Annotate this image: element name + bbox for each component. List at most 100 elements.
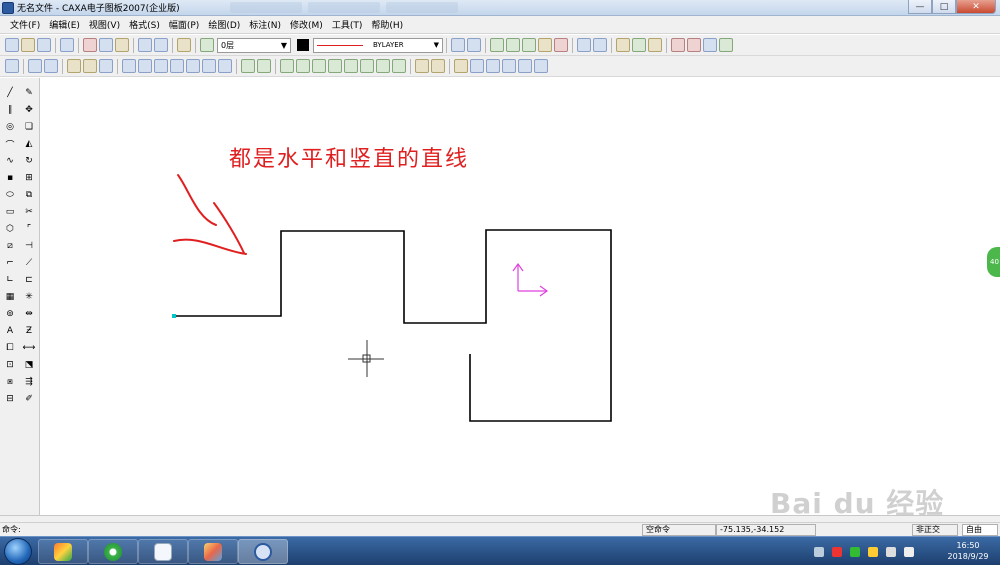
parallel-line-tool-icon[interactable]: ∥ — [3, 103, 17, 117]
zoom-previous-icon[interactable] — [486, 59, 500, 73]
table-tool-icon[interactable]: ⊟ — [3, 392, 17, 406]
chamfer-dimension-icon[interactable] — [296, 59, 310, 73]
line-tool-icon[interactable]: ╱ — [3, 86, 17, 100]
fill-tool-icon[interactable]: ▦ — [3, 290, 17, 304]
display-icon[interactable] — [886, 546, 896, 557]
help-icon[interactable] — [177, 38, 191, 52]
section-symbol-icon[interactable] — [392, 59, 406, 73]
properties-tool-icon[interactable]: Ƶ — [22, 324, 36, 338]
datum-icon[interactable] — [344, 59, 358, 73]
print-icon[interactable] — [60, 38, 74, 52]
grid-snap-icon[interactable] — [5, 59, 19, 73]
block-create-icon[interactable] — [490, 38, 504, 52]
leader-icon[interactable] — [312, 59, 326, 73]
zoom-in-icon[interactable] — [502, 59, 516, 73]
mirror-tool-icon[interactable]: ◭ — [22, 137, 36, 151]
erase-tool-icon[interactable]: ✎ — [22, 86, 36, 100]
menu-dimension[interactable]: 标注(N) — [249, 18, 281, 31]
redo-icon[interactable] — [154, 38, 168, 52]
frame-icon[interactable] — [671, 38, 685, 52]
open-file-icon[interactable] — [21, 38, 35, 52]
command-prompt[interactable]: 命令: — [2, 524, 21, 535]
close-button[interactable]: ✕ — [956, 0, 996, 14]
start-button[interactable] — [4, 538, 32, 565]
roughness-icon[interactable] — [328, 59, 342, 73]
array-tool-icon[interactable]: ⊞ — [22, 171, 36, 185]
circle-tool-icon[interactable]: ◎ — [3, 120, 17, 134]
coordinate-dimension-icon[interactable] — [257, 59, 271, 73]
block-insert-icon[interactable] — [506, 38, 520, 52]
equidistant-line-tool-icon[interactable]: ∟ — [3, 273, 17, 287]
point-tool-icon[interactable]: ▪ — [3, 171, 17, 185]
lengthen-tool-icon[interactable]: ⟷ — [22, 341, 36, 355]
linetype-select[interactable]: BYLAYER ▼ — [313, 37, 443, 53]
insert-block-tool-icon[interactable]: ⊡ — [3, 358, 17, 372]
part-number-icon[interactable] — [719, 38, 733, 52]
object-link-icon[interactable] — [632, 38, 646, 52]
drawn-polyline[interactable] — [174, 229, 612, 422]
system-clock[interactable]: 16:50 2018/9/29 — [940, 540, 996, 562]
dimension-icon[interactable] — [241, 59, 255, 73]
cut-icon[interactable] — [83, 38, 97, 52]
tangent-tool-icon[interactable]: ⊚ — [3, 307, 17, 321]
taskbar-app-paint[interactable] — [188, 539, 238, 564]
rectangle-tool-icon[interactable]: ▭ — [3, 205, 17, 219]
antivirus-icon[interactable] — [832, 546, 842, 557]
redraw-icon[interactable] — [454, 59, 468, 73]
color-swatch[interactable] — [297, 39, 309, 51]
polyline-icon[interactable] — [122, 59, 136, 73]
volume-icon[interactable] — [904, 546, 914, 557]
copy-tool-icon[interactable]: ❏ — [22, 120, 36, 134]
drawing-canvas[interactable]: 都是水平和竖直的直线 — [41, 78, 1000, 515]
menu-edit[interactable]: 编辑(E) — [49, 18, 80, 31]
weld-symbol-icon[interactable] — [360, 59, 374, 73]
chamfer-tool-icon[interactable]: ⬔ — [22, 358, 36, 372]
maximize-button[interactable]: □ — [932, 0, 956, 14]
network-icon[interactable] — [814, 546, 824, 557]
query-icon[interactable] — [467, 38, 481, 52]
save-icon[interactable] — [37, 38, 51, 52]
new-file-icon[interactable] — [5, 38, 19, 52]
zoom-all-icon[interactable] — [534, 59, 548, 73]
menu-draw[interactable]: 绘图(D) — [208, 18, 240, 31]
rotate-tool-icon[interactable]: ↻ — [22, 154, 36, 168]
cloud-line-icon[interactable] — [186, 59, 200, 73]
spline-tool-icon[interactable]: ∿ — [3, 154, 17, 168]
image-tool-icon[interactable]: ⧆ — [3, 375, 17, 389]
layer-select[interactable]: 0层 ▼ — [217, 37, 291, 53]
zoom-out-icon[interactable] — [518, 59, 532, 73]
minimize-button[interactable]: — — [908, 0, 932, 14]
arrow-icon[interactable] — [170, 59, 184, 73]
tolerance-icon[interactable] — [376, 59, 390, 73]
window-select-icon[interactable] — [28, 59, 42, 73]
menu-help[interactable]: 帮助(H) — [371, 18, 403, 31]
taskbar-app-notes[interactable] — [138, 539, 188, 564]
menu-view[interactable]: 视图(V) — [89, 18, 120, 31]
taskbar-app-caxa[interactable] — [238, 539, 288, 564]
zoom-window-icon[interactable] — [415, 59, 429, 73]
menu-tools[interactable]: 工具(T) — [332, 18, 363, 31]
arc-tool-icon[interactable]: ⌒ — [3, 137, 17, 151]
menu-format[interactable]: 格式(S) — [129, 18, 160, 31]
calculator-icon[interactable] — [616, 38, 630, 52]
taskbar-app-sogou[interactable] — [38, 539, 88, 564]
image-icon[interactable] — [554, 38, 568, 52]
hatch-tool-icon[interactable]: ⧄ — [3, 239, 17, 253]
align-tool-icon[interactable]: ⇹ — [22, 307, 36, 321]
undo-icon[interactable] — [138, 38, 152, 52]
text-tool-icon[interactable]: A — [3, 324, 17, 338]
region-icon[interactable] — [44, 59, 58, 73]
ortho-toggle[interactable]: 非正交 — [912, 524, 958, 536]
ellipse-tool-icon[interactable]: ⬭ — [3, 188, 17, 202]
pan-icon[interactable] — [431, 59, 445, 73]
centerline-tool-icon[interactable]: ⌐ — [3, 256, 17, 270]
move-tool-icon[interactable]: ✥ — [22, 103, 36, 117]
text-edit-icon[interactable] — [83, 59, 97, 73]
extend-tool-icon[interactable]: ⊣ — [22, 239, 36, 253]
polygon-tool-icon[interactable]: ⬡ — [3, 222, 17, 236]
title-block-icon[interactable] — [687, 38, 701, 52]
layer-manager-icon[interactable] — [200, 38, 214, 52]
3d-view-icon[interactable] — [593, 38, 607, 52]
block-edit-icon[interactable] — [522, 38, 536, 52]
text-style-icon[interactable] — [67, 59, 81, 73]
